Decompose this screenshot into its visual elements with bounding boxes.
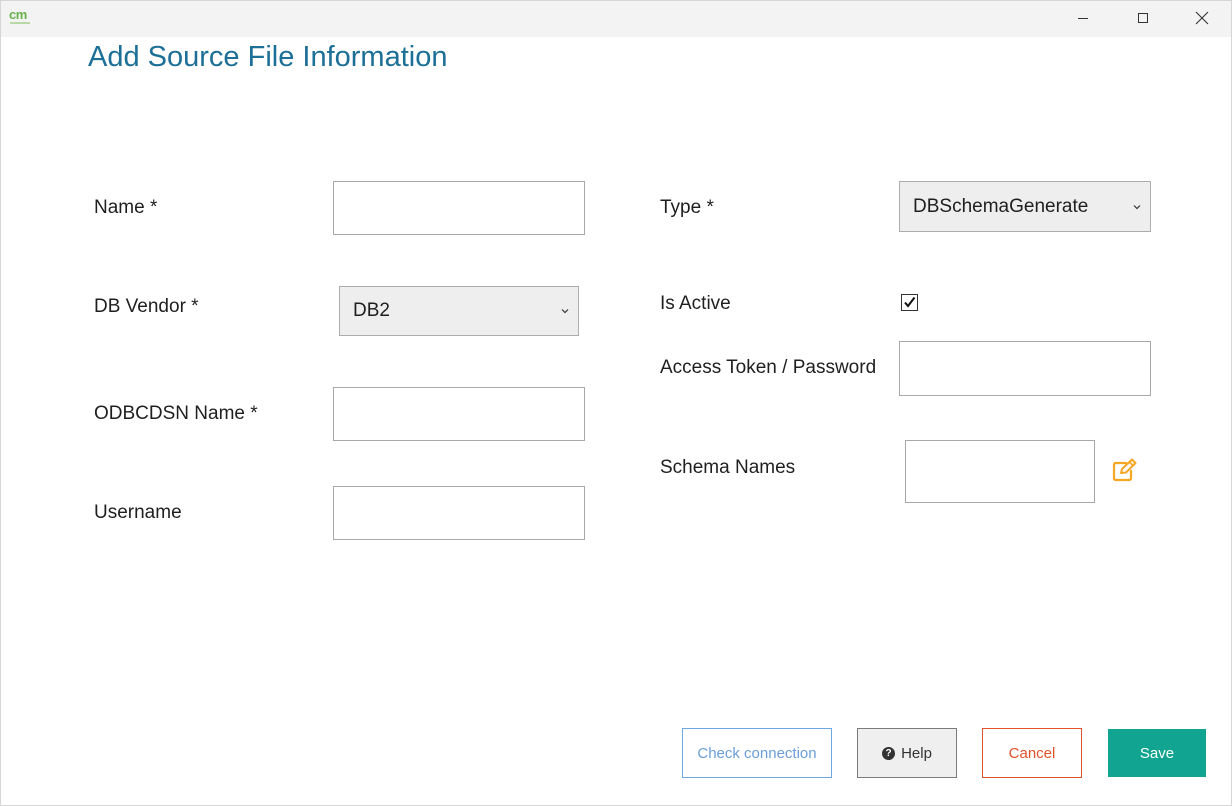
- maximize-button[interactable]: [1114, 1, 1172, 35]
- checkmark-icon: [904, 296, 916, 308]
- page-title: Add Source File Information: [88, 41, 448, 73]
- check-connection-button[interactable]: Check connection: [682, 728, 832, 778]
- username-input[interactable]: [333, 486, 585, 540]
- db-vendor-label: DB Vendor *: [94, 296, 199, 317]
- minimize-icon: [1078, 18, 1088, 19]
- username-label: Username: [94, 502, 182, 523]
- type-selected-value: DBSchemaGenerate: [913, 195, 1089, 217]
- schema-names-label: Schema Names: [660, 457, 796, 478]
- app-logo-text: cm: [9, 7, 27, 22]
- type-label: Type *: [660, 197, 714, 218]
- minimize-button[interactable]: [1054, 1, 1112, 35]
- cancel-button[interactable]: Cancel: [982, 728, 1082, 778]
- help-button-label: Help: [901, 744, 932, 762]
- save-button[interactable]: Save: [1108, 729, 1206, 777]
- question-circle-icon: ?: [882, 746, 896, 760]
- chevron-down-icon: [561, 309, 569, 314]
- chevron-down-icon: [1133, 204, 1141, 209]
- close-icon: [1195, 11, 1209, 25]
- odbcdsn-name-input[interactable]: [333, 387, 585, 441]
- title-bar: cm: [1, 1, 1231, 37]
- help-button[interactable]: ? Help: [857, 728, 957, 778]
- is-active-label: Is Active: [660, 293, 731, 314]
- edit-icon[interactable]: [1112, 458, 1139, 482]
- type-select[interactable]: DBSchemaGenerate: [899, 181, 1151, 232]
- name-input[interactable]: [333, 181, 585, 235]
- schema-names-input[interactable]: [905, 440, 1095, 503]
- is-active-checkbox[interactable]: [901, 294, 918, 311]
- app-logo: cm: [9, 7, 33, 26]
- maximize-icon: [1138, 13, 1148, 23]
- access-token-input[interactable]: [899, 341, 1151, 396]
- access-token-label: Access Token / Password: [660, 357, 877, 378]
- dialog-window: cm Add Source File Information Name * DB…: [0, 0, 1232, 806]
- db-vendor-select[interactable]: DB2: [339, 286, 579, 336]
- name-label: Name *: [94, 197, 158, 218]
- odbcdsn-name-label: ODBCDSN Name *: [94, 403, 258, 424]
- close-button[interactable]: [1173, 1, 1231, 35]
- db-vendor-selected-value: DB2: [353, 300, 390, 321]
